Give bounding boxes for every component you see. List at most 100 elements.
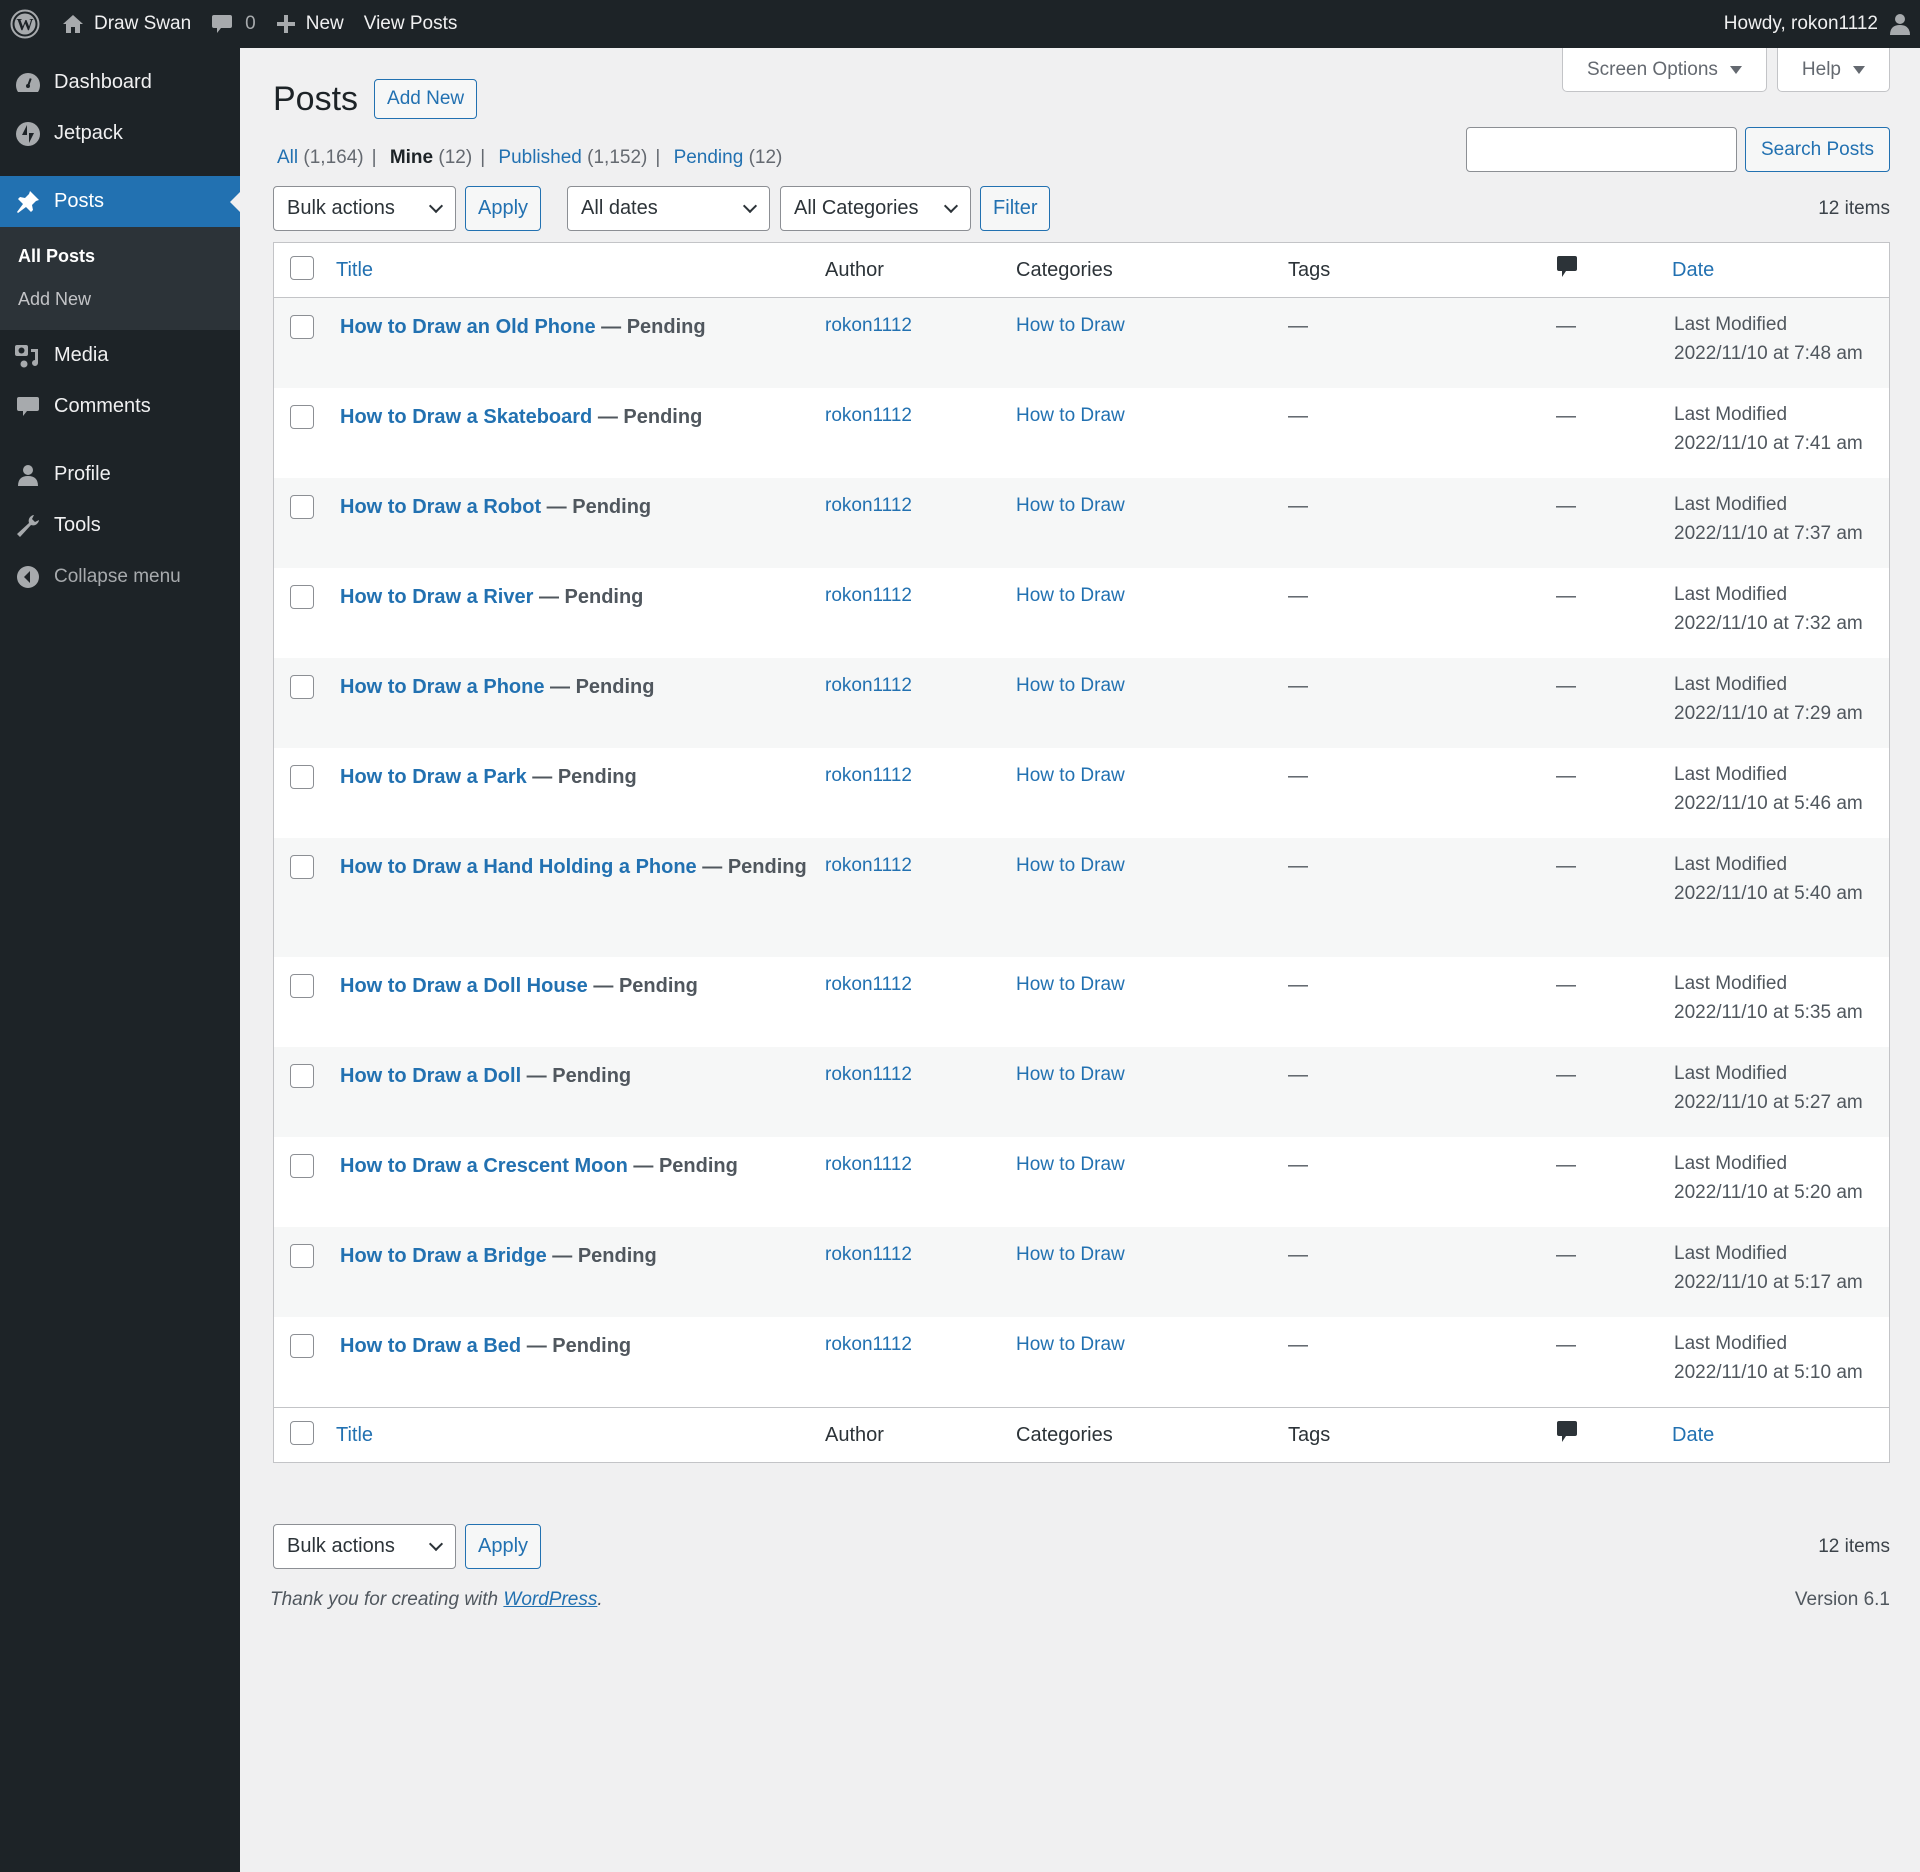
bulk-actions-select[interactable]: Bulk actions <box>273 186 456 231</box>
row-checkbox[interactable] <box>290 974 314 998</box>
wordpress-logo-menu[interactable]: W <box>0 0 52 48</box>
post-title-link[interactable]: How to Draw a Doll House <box>340 975 588 997</box>
author-link[interactable]: rokon1112 <box>825 765 912 786</box>
author-link[interactable]: rokon1112 <box>825 315 912 336</box>
plus-icon <box>276 15 295 33</box>
post-state: — Pending <box>533 586 644 608</box>
apply-button[interactable]: Apply <box>465 186 542 231</box>
author-link[interactable]: rokon1112 <box>825 1244 912 1265</box>
author-link[interactable]: rokon1112 <box>825 495 912 516</box>
apply-button-bottom[interactable]: Apply <box>465 1524 542 1569</box>
author-link[interactable]: rokon1112 <box>825 1064 912 1085</box>
sidebar-item-profile[interactable]: Profile <box>0 449 240 500</box>
sidebar-item-comments[interactable]: Comments <box>0 381 240 432</box>
sidebar-item-dashboard[interactable]: Dashboard <box>0 57 240 108</box>
author-link[interactable]: rokon1112 <box>825 974 912 995</box>
category-link[interactable]: How to Draw <box>1016 495 1125 516</box>
category-link[interactable]: How to Draw <box>1016 765 1125 786</box>
sidebar-item-tools[interactable]: Tools <box>0 500 240 551</box>
sort-by-title[interactable]: Title <box>336 259 373 281</box>
date-label: Last Modified <box>1674 973 1788 994</box>
select-all-checkbox[interactable] <box>290 256 314 280</box>
author-link[interactable]: rokon1112 <box>825 675 912 696</box>
post-title-link[interactable]: How to Draw a Doll <box>340 1065 521 1087</box>
bulk-actions-select-bottom[interactable]: Bulk actions <box>273 1524 456 1569</box>
comment-icon[interactable] <box>1556 255 1578 279</box>
category-link[interactable]: How to Draw <box>1016 405 1125 426</box>
post-title-link[interactable]: How to Draw an Old Phone <box>340 316 596 338</box>
category-link[interactable]: How to Draw <box>1016 974 1125 995</box>
row-checkbox[interactable] <box>290 585 314 609</box>
view-posts-link[interactable]: View Posts <box>354 0 468 48</box>
post-title-link[interactable]: How to Draw a Phone <box>340 676 544 698</box>
sort-by-date[interactable]: Date <box>1672 259 1714 281</box>
post-title-link[interactable]: How to Draw a Crescent Moon <box>340 1155 628 1177</box>
author-link[interactable]: rokon1112 <box>825 1154 912 1175</box>
sidebar-item-posts[interactable]: Posts <box>0 176 240 227</box>
search-input[interactable] <box>1466 127 1737 172</box>
filter-button[interactable]: Filter <box>980 186 1051 231</box>
post-state: — Pending <box>521 1335 632 1357</box>
row-checkbox[interactable] <box>290 1334 314 1358</box>
sidebar-item-media[interactable]: Media <box>0 330 240 381</box>
category-link[interactable]: How to Draw <box>1016 855 1125 876</box>
post-title-link[interactable]: How to Draw a Hand Holding a Phone <box>340 856 697 878</box>
wordpress-link[interactable]: WordPress <box>503 1589 597 1610</box>
sort-by-date-bottom[interactable]: Date <box>1672 1424 1714 1446</box>
date-value: 2022/11/10 at 5:27 am <box>1674 1092 1863 1113</box>
author-link[interactable]: rokon1112 <box>825 585 912 606</box>
new-content-link[interactable]: New <box>266 0 354 48</box>
view-mine-link[interactable]: Mine <box>390 147 433 168</box>
screen-options-button[interactable]: Screen Options <box>1561 48 1767 92</box>
category-link[interactable]: How to Draw <box>1016 1154 1125 1175</box>
category-link[interactable]: How to Draw <box>1016 1064 1125 1085</box>
post-title-link[interactable]: How to Draw a Bridge <box>340 1245 547 1267</box>
tags-cell: — <box>1288 1064 1308 1086</box>
sort-by-title-bottom[interactable]: Title <box>336 1424 373 1446</box>
dates-filter-select[interactable]: All dates <box>567 186 771 231</box>
site-name-link[interactable]: Draw Swan <box>52 0 201 48</box>
comment-icon[interactable] <box>1556 1420 1578 1444</box>
submenu-all-posts[interactable]: All Posts <box>0 235 240 278</box>
category-link[interactable]: How to Draw <box>1016 1334 1125 1355</box>
view-pending-link[interactable]: Pending <box>674 147 744 168</box>
category-link[interactable]: How to Draw <box>1016 585 1125 606</box>
author-link[interactable]: rokon1112 <box>825 405 912 426</box>
row-checkbox[interactable] <box>290 765 314 789</box>
post-title-cell: How to Draw a Phone — Pending <box>336 673 825 702</box>
post-title-link[interactable]: How to Draw a River <box>340 586 533 608</box>
category-link[interactable]: How to Draw <box>1016 1244 1125 1265</box>
sidebar-label: Profile <box>54 463 111 485</box>
post-title-link[interactable]: How to Draw a Bed <box>340 1335 521 1357</box>
category-link[interactable]: How to Draw <box>1016 675 1125 696</box>
search-posts-button[interactable]: Search Posts <box>1745 127 1890 172</box>
row-checkbox[interactable] <box>290 405 314 429</box>
category-link[interactable]: How to Draw <box>1016 315 1125 336</box>
view-published-link[interactable]: Published <box>498 147 581 168</box>
row-checkbox[interactable] <box>290 1244 314 1268</box>
help-button[interactable]: Help <box>1776 48 1890 92</box>
my-account-menu[interactable]: Howdy, rokon1112 <box>1714 0 1920 48</box>
row-checkbox[interactable] <box>290 675 314 699</box>
table-row: How to Draw a River — Pending rokon1112 Ho… <box>274 568 1889 658</box>
collapse-menu-button[interactable]: Collapse menu <box>0 551 240 602</box>
row-checkbox[interactable] <box>290 1064 314 1088</box>
row-checkbox[interactable] <box>290 1154 314 1178</box>
add-new-button[interactable]: Add New <box>374 79 478 119</box>
author-link[interactable]: rokon1112 <box>825 855 912 876</box>
row-checkbox[interactable] <box>290 495 314 519</box>
sidebar-item-jetpack[interactable]: Jetpack <box>0 108 240 159</box>
categories-filter-select[interactable]: All Categories <box>780 186 972 231</box>
submenu-add-new[interactable]: Add New <box>0 278 240 321</box>
select-all-checkbox-bottom[interactable] <box>290 1421 314 1445</box>
row-checkbox[interactable] <box>290 315 314 339</box>
posts-table: Title Author Categories Tags Date How to… <box>273 242 1890 1463</box>
post-title-link[interactable]: How to Draw a Robot <box>340 496 541 518</box>
comments-cell: — <box>1556 1154 1576 1176</box>
post-title-link[interactable]: How to Draw a Skateboard <box>340 406 592 428</box>
post-title-link[interactable]: How to Draw a Park <box>340 766 527 788</box>
author-link[interactable]: rokon1112 <box>825 1334 912 1355</box>
comments-link[interactable]: 0 <box>201 0 266 48</box>
view-all-link[interactable]: All <box>277 147 298 168</box>
row-checkbox[interactable] <box>290 855 314 879</box>
